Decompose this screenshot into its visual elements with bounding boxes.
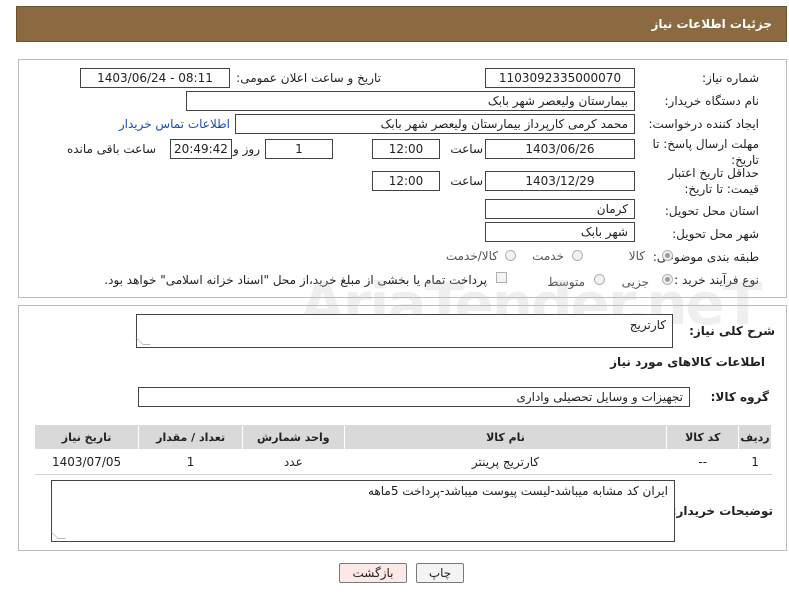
resize-grip-icon bbox=[50, 531, 66, 539]
buyer-org-label: نام دستگاه خریدار: bbox=[664, 94, 760, 108]
need-number-field: 1103092335000070 bbox=[485, 68, 635, 88]
process-radio-minor[interactable] bbox=[662, 274, 673, 285]
goods-section-title: اطلاعات کالاهای مورد نیاز bbox=[610, 355, 765, 369]
price-validity-date-field: 1403/12/29 bbox=[485, 171, 635, 191]
announce-label: تاریخ و ساعت اعلان عمومی: bbox=[236, 71, 381, 85]
days-field: 1 bbox=[265, 139, 333, 159]
goods-group-label: گروه کالا: bbox=[710, 390, 769, 404]
goods-table-header: ردیف کد کالا نام کالا واحد شمارش تعداد /… bbox=[33, 424, 772, 450]
item-name: کارتریج پرینتر bbox=[344, 449, 667, 475]
city-label: شهر محل تحویل: bbox=[672, 227, 759, 241]
back-button[interactable]: بازگشت bbox=[339, 563, 407, 583]
province-field: کرمان bbox=[485, 199, 635, 219]
category-radio-goods-service[interactable] bbox=[505, 250, 516, 261]
process-option-medium: متوسط bbox=[547, 275, 585, 289]
price-validity-label-text: حداقل تاریخ اعتبار قیمت: تا تاریخ: bbox=[668, 166, 759, 196]
category-radio-service[interactable] bbox=[572, 250, 583, 261]
need-number-label: شماره نیاز: bbox=[702, 71, 759, 85]
deadline-date-field: 1403/06/26 bbox=[485, 139, 635, 159]
remaining-time-label: ساعت باقی مانده bbox=[66, 142, 156, 156]
process-label: نوع فرآیند خرید : bbox=[674, 273, 759, 287]
print-button[interactable]: چاپ bbox=[416, 563, 464, 583]
deadline-label: مهلت ارسال پاسخ: تا تاریخ: bbox=[649, 136, 759, 168]
price-validity-time-label: ساعت bbox=[450, 174, 483, 188]
days-label: روز و bbox=[233, 142, 260, 156]
deadline-time-field: 12:00 bbox=[372, 139, 440, 159]
item-need-date: 1403/07/05 bbox=[34, 449, 139, 475]
announce-field: 1403/06/24 - 08:11 bbox=[80, 68, 230, 88]
category-radio-goods[interactable] bbox=[662, 250, 673, 261]
deadline-label-text: مهلت ارسال پاسخ: تا تاریخ: bbox=[652, 137, 759, 167]
creator-label: ایجاد کننده درخواست: bbox=[648, 117, 759, 131]
column-header: تعداد / مقدار bbox=[138, 424, 244, 450]
province-label: استان محل تحویل: bbox=[664, 204, 759, 218]
remaining-time-field: 20:49:42 bbox=[170, 139, 232, 159]
price-validity-time-field: 12:00 bbox=[372, 171, 440, 191]
column-header: کد کالا bbox=[666, 424, 740, 450]
page-header: جزئیات اطلاعات نیاز bbox=[16, 6, 787, 42]
payment-note: پرداخت تمام یا بخشی از مبلغ خرید،از محل … bbox=[104, 273, 487, 287]
description-textarea: کارتریج bbox=[135, 314, 673, 348]
buyer-org-field: بیمارستان ولیعصر شهر بابک bbox=[186, 91, 635, 111]
category-option-service: خدمت bbox=[532, 249, 564, 263]
table-row: 1 -- کارتریج پرینتر عدد 1 1403/07/05 bbox=[34, 449, 772, 475]
item-code: -- bbox=[666, 449, 739, 475]
buyer-notes-textarea: ایران کد مشابه میباشد-لیست پیوست میباشد-… bbox=[50, 480, 675, 542]
category-option-goods: کالا bbox=[628, 249, 645, 263]
city-field: شهر بابک bbox=[485, 222, 635, 242]
item-unit: عدد bbox=[242, 449, 345, 475]
column-header: نام کالا bbox=[343, 424, 668, 450]
category-option-goods-service: کالا/خدمت bbox=[445, 249, 498, 263]
goods-table: ردیف کد کالا نام کالا واحد شمارش تعداد /… bbox=[33, 424, 772, 475]
goods-group-field: تجهیزات و وسایل تحصیلی واداری bbox=[138, 387, 690, 407]
process-option-minor: جزیی bbox=[621, 275, 649, 289]
description-value: کارتریج bbox=[629, 318, 666, 332]
creator-field: محمد کرمی کارپرداز بیمارستان ولیعصر شهر … bbox=[235, 114, 635, 134]
payment-checkbox[interactable] bbox=[496, 272, 507, 283]
buyer-notes-label: توضیحات خریدار: bbox=[671, 504, 773, 518]
price-validity-label: حداقل تاریخ اعتبار قیمت: تا تاریخ: bbox=[649, 165, 759, 197]
resize-grip-icon bbox=[135, 337, 151, 345]
page-title: جزئیات اطلاعات نیاز bbox=[651, 17, 772, 31]
row-number: 1 bbox=[738, 449, 772, 475]
contact-buyer-link[interactable]: اطلاعات تماس خریدار bbox=[119, 117, 230, 131]
buyer-notes-value: ایران کد مشابه میباشد-لیست پیوست میباشد-… bbox=[367, 484, 668, 498]
process-radio-medium[interactable] bbox=[594, 274, 605, 285]
column-header: ردیف bbox=[738, 424, 772, 450]
column-header: واحد شمارش bbox=[242, 424, 345, 450]
description-label: شرح کلی نیاز: bbox=[689, 324, 775, 338]
item-quantity: 1 bbox=[138, 449, 243, 475]
column-header: تاریخ نیاز bbox=[33, 424, 140, 450]
deadline-time-label: ساعت bbox=[450, 142, 483, 156]
